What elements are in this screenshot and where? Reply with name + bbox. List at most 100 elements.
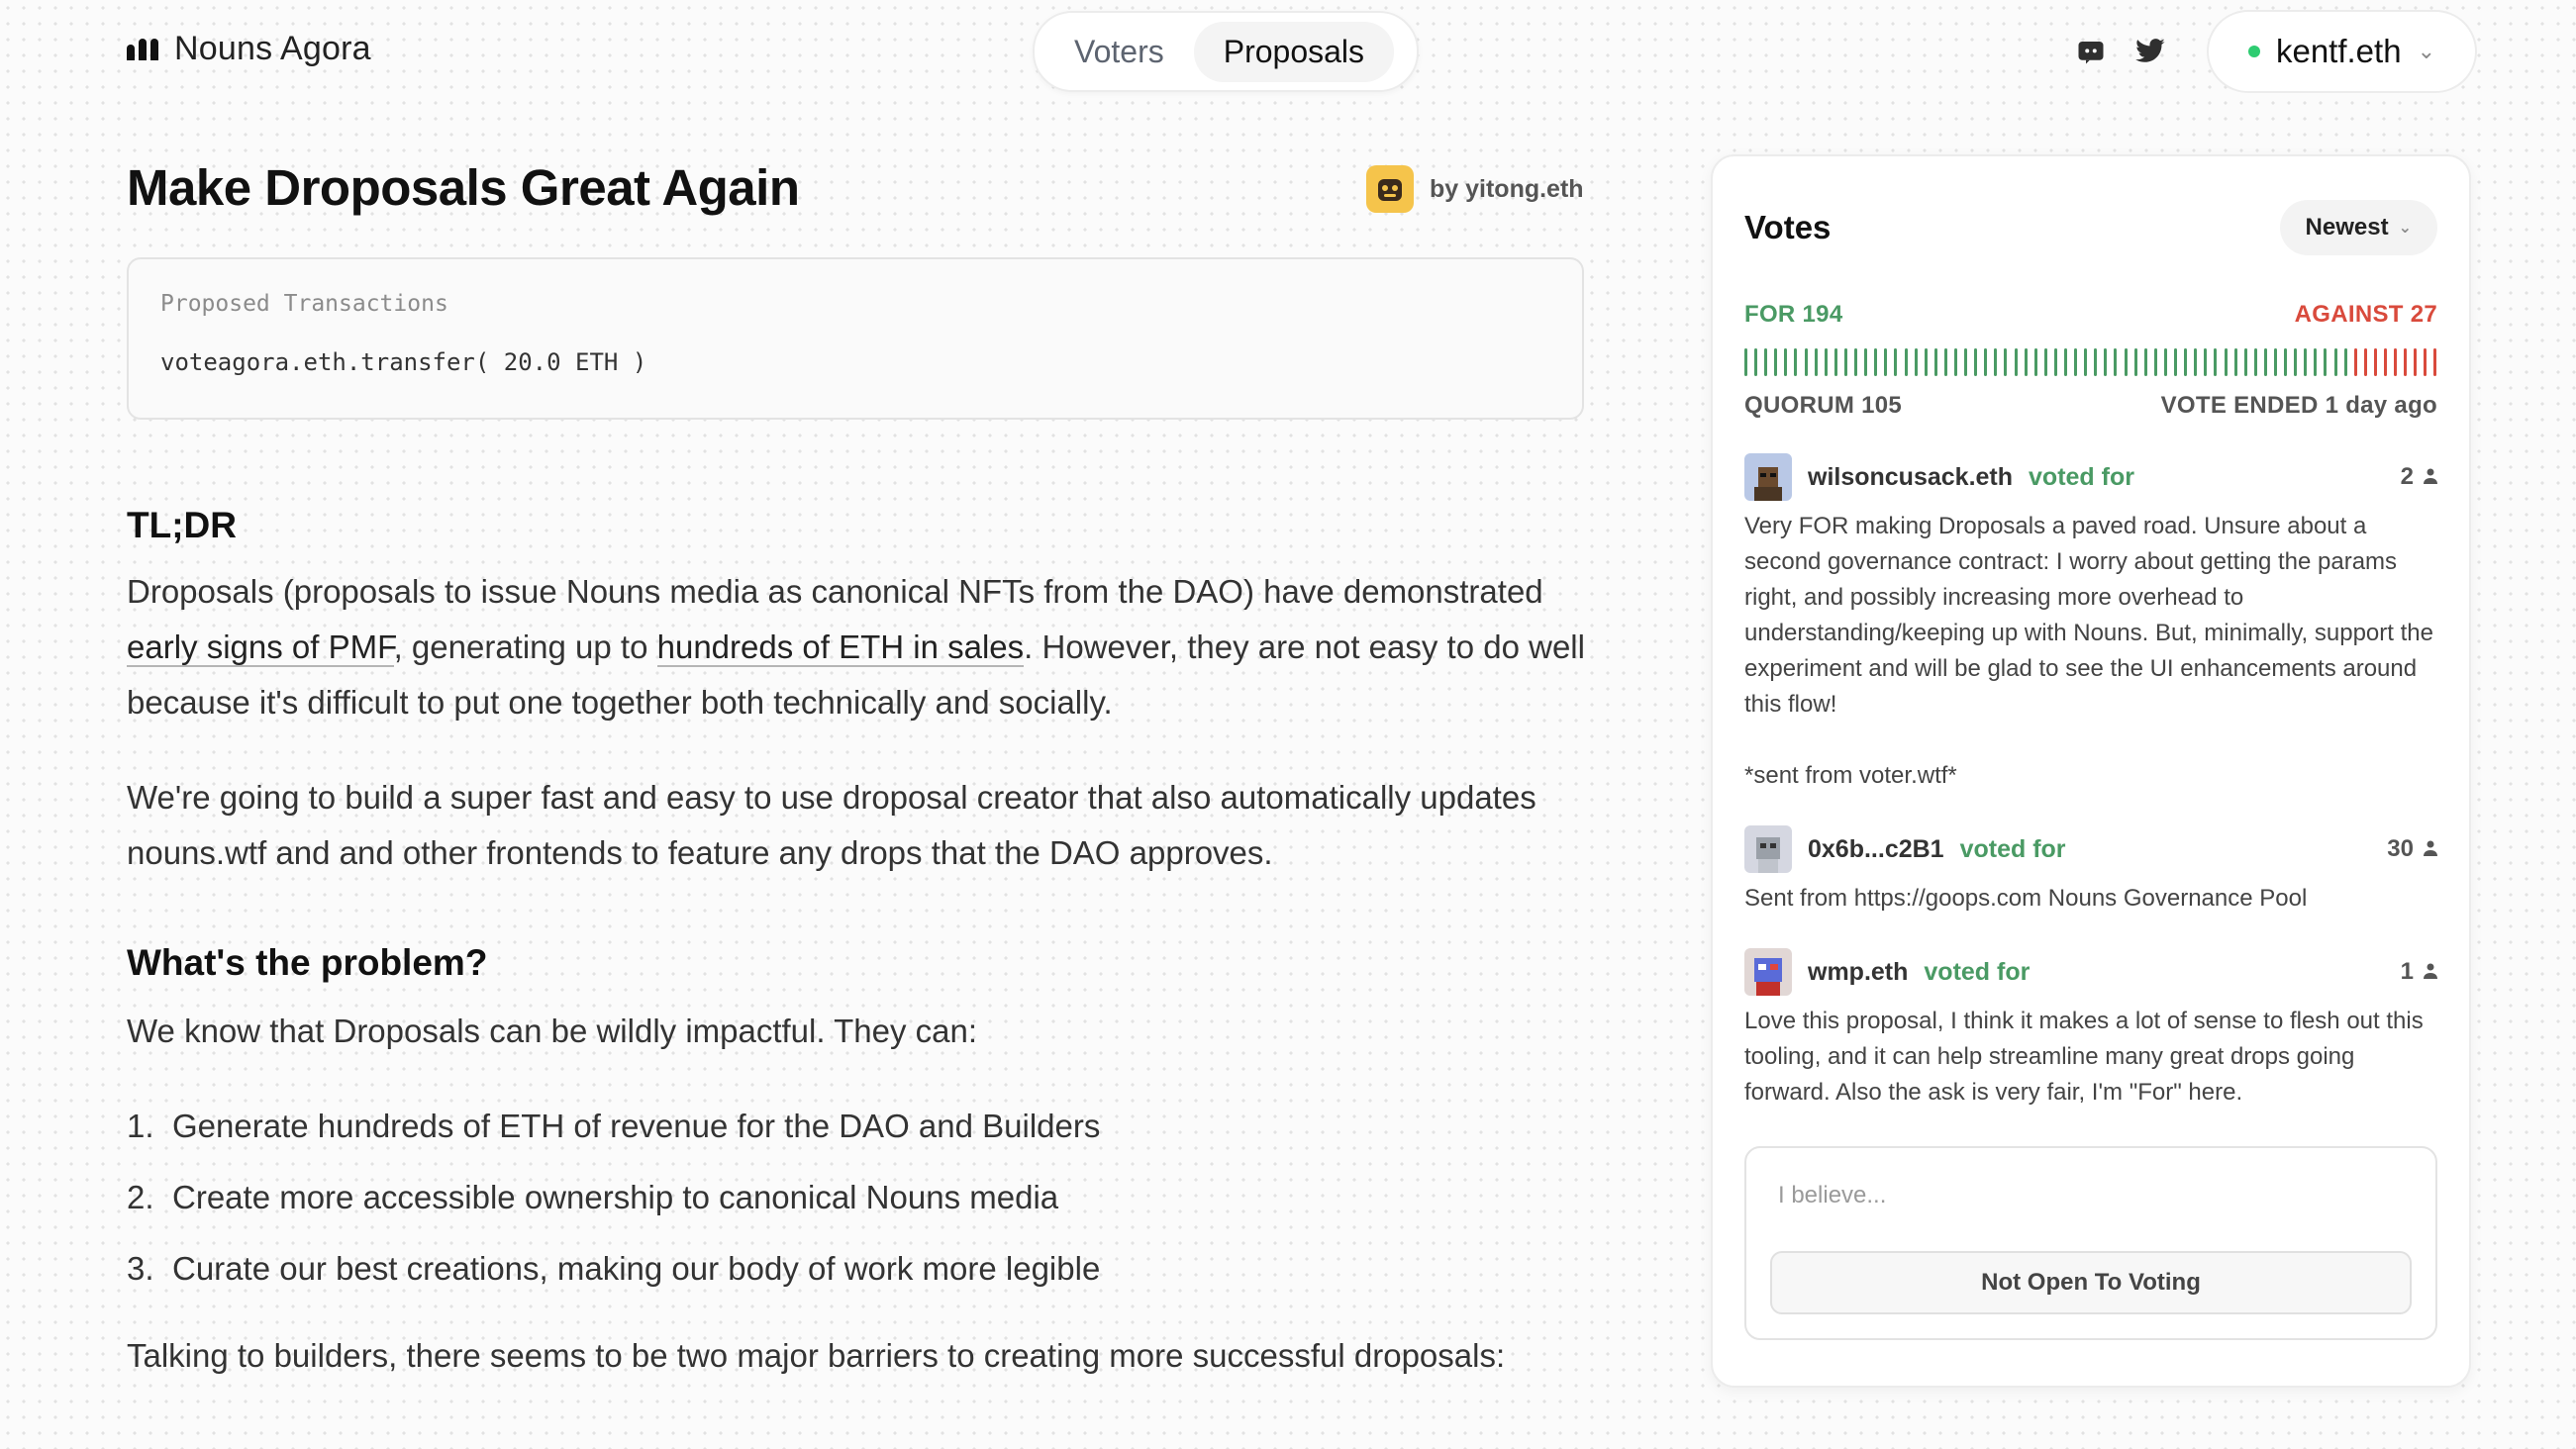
nouns-logo-icon [127, 38, 158, 60]
vote-item: 0x6b...c2B1 voted for 30 Sent from https… [1744, 825, 2437, 917]
for-vote-tick [1953, 348, 1957, 376]
for-count: FOR 194 [1744, 301, 1843, 328]
chevron-down-icon: ⌄ [2398, 220, 2412, 237]
vote-weight: 2 [2401, 463, 2437, 491]
app-name: Nouns Agora [174, 30, 371, 67]
problem-paragraph: We know that Droposals can be wildly imp… [127, 1013, 978, 1049]
tab-proposals[interactable]: Proposals [1193, 21, 1395, 82]
tldr-heading: TL;DR [127, 505, 237, 545]
for-vote-tick [2273, 348, 2277, 376]
against-vote-tick [2394, 348, 2398, 376]
for-vote-tick [1804, 348, 1808, 376]
for-vote-tick [1744, 348, 1747, 376]
votes-panel: Votes Newest ⌄ FOR 194 AGAINST 27 QUORUM… [1711, 154, 2471, 1388]
for-vote-tick [2314, 348, 2318, 376]
for-vote-tick [1814, 348, 1818, 376]
votes-title: Votes [1744, 209, 1832, 245]
chevron-down-icon: ⌄ [2417, 39, 2435, 63]
vote-list[interactable]: wilsoncusack.eth voted for 2 Very FOR ma… [1744, 453, 2437, 1251]
discord-icon[interactable] [2074, 35, 2108, 68]
transaction-call: voteagora.eth.transfer( 20.0 ETH ) [160, 348, 647, 376]
vote-item: wmp.eth voted for 1 Love this proposal, … [1744, 948, 2437, 1111]
for-vote-tick [2084, 348, 2088, 376]
list-item: 2. Create more accessible ownership to ca… [127, 1170, 1592, 1225]
vote-reason: Sent from https://goops.com Nouns Govern… [1744, 885, 2308, 912]
for-vote-tick [1884, 348, 1888, 376]
vote-direction: voted for [1959, 834, 2066, 863]
for-vote-tick [1924, 348, 1928, 376]
against-vote-tick [2424, 348, 2427, 376]
proposal-body: TL;DR Droposals (proposals to issue Noun… [127, 495, 1592, 1384]
against-vote-tick [2363, 348, 2367, 376]
for-vote-tick [1864, 348, 1868, 376]
voter-name[interactable]: 0x6b...c2B1 [1808, 835, 1944, 864]
problem-heading: What's the problem? [127, 942, 488, 983]
for-vote-tick [2124, 348, 2128, 376]
for-vote-tick [2104, 348, 2108, 376]
list-item: 1. Generate hundreds of ETH of revenue fo… [127, 1099, 1592, 1154]
app-logo[interactable]: Nouns Agora [127, 30, 371, 68]
list-text: Generate hundreds of ETH of revenue for … [172, 1108, 1101, 1144]
for-vote-tick [1964, 348, 1968, 376]
for-vote-tick [1984, 348, 1988, 376]
vote-weight: 30 [2387, 835, 2437, 863]
for-vote-tick [2284, 348, 2288, 376]
for-vote-tick [1904, 348, 1908, 376]
voter-avatar [1744, 453, 1792, 501]
for-vote-tick [1774, 348, 1778, 376]
for-vote-tick [2184, 348, 2188, 376]
wallet-address: kentf.eth [2275, 33, 2402, 69]
for-vote-tick [2224, 348, 2228, 376]
weight-value: 2 [2400, 463, 2414, 490]
for-vote-tick [2004, 348, 2008, 376]
for-vote-tick [2324, 348, 2328, 376]
for-vote-tick [1994, 348, 1998, 376]
for-vote-tick [2064, 348, 2067, 376]
vote-reason-input[interactable]: I believe... [1778, 1182, 1886, 1209]
tab-voters[interactable]: Voters [1044, 22, 1194, 82]
author-avatar [1366, 165, 1414, 213]
wallet-button[interactable]: kentf.eth ⌄ [2206, 10, 2477, 93]
voter-avatar [1744, 948, 1792, 996]
pmf-link[interactable]: early signs of PMF [127, 628, 394, 667]
for-vote-tick [2024, 348, 2028, 376]
for-vote-tick [1974, 348, 1978, 376]
against-vote-tick [2353, 348, 2357, 376]
for-vote-tick [2204, 348, 2208, 376]
for-vote-tick [2043, 348, 2047, 376]
for-vote-tick [2243, 348, 2247, 376]
against-vote-tick [2433, 348, 2437, 376]
for-vote-tick [2053, 348, 2057, 376]
for-vote-tick [1933, 348, 1937, 376]
voter-name[interactable]: wilsoncusack.eth [1808, 463, 2013, 492]
vote-status-row: QUORUM 105 VOTE ENDED 1 day ago [1744, 392, 2437, 420]
for-vote-tick [2014, 348, 2018, 376]
for-vote-tick [2133, 348, 2137, 376]
connected-status-dot [2247, 46, 2260, 57]
paragraph-text: , generating up to [393, 628, 657, 665]
vote-weight: 1 [2401, 958, 2437, 986]
header-actions: kentf.eth ⌄ [2074, 10, 2477, 93]
sort-dropdown[interactable]: Newest ⌄ [2279, 200, 2437, 255]
for-vote-tick [1794, 348, 1798, 376]
proposal-author[interactable]: by yitong.eth [1366, 165, 1584, 213]
voter-name[interactable]: wmp.eth [1808, 958, 1908, 987]
for-vote-tick [2074, 348, 2078, 376]
list-item: 3. Curate our best creations, making our … [127, 1241, 1592, 1297]
for-vote-tick [2294, 348, 2298, 376]
vote-distribution-bar [1744, 348, 2437, 376]
sales-link[interactable]: hundreds of ETH in sales [656, 628, 1025, 667]
against-vote-tick [2373, 348, 2377, 376]
vote-submit-button[interactable]: Not Open To Voting [1770, 1251, 2412, 1314]
twitter-icon[interactable] [2133, 35, 2167, 68]
for-vote-tick [2174, 348, 2178, 376]
for-vote-tick [2214, 348, 2218, 376]
for-vote-tick [1894, 348, 1898, 376]
for-vote-tick [1764, 348, 1768, 376]
weight-value: 30 [2387, 835, 2414, 862]
person-icon [2424, 835, 2437, 863]
author-name: by yitong.eth [1430, 174, 1584, 203]
list-number: 1. [127, 1108, 154, 1144]
against-vote-tick [2404, 348, 2408, 376]
proposed-transactions: Proposed Transactions voteagora.eth.tran… [127, 257, 1584, 420]
